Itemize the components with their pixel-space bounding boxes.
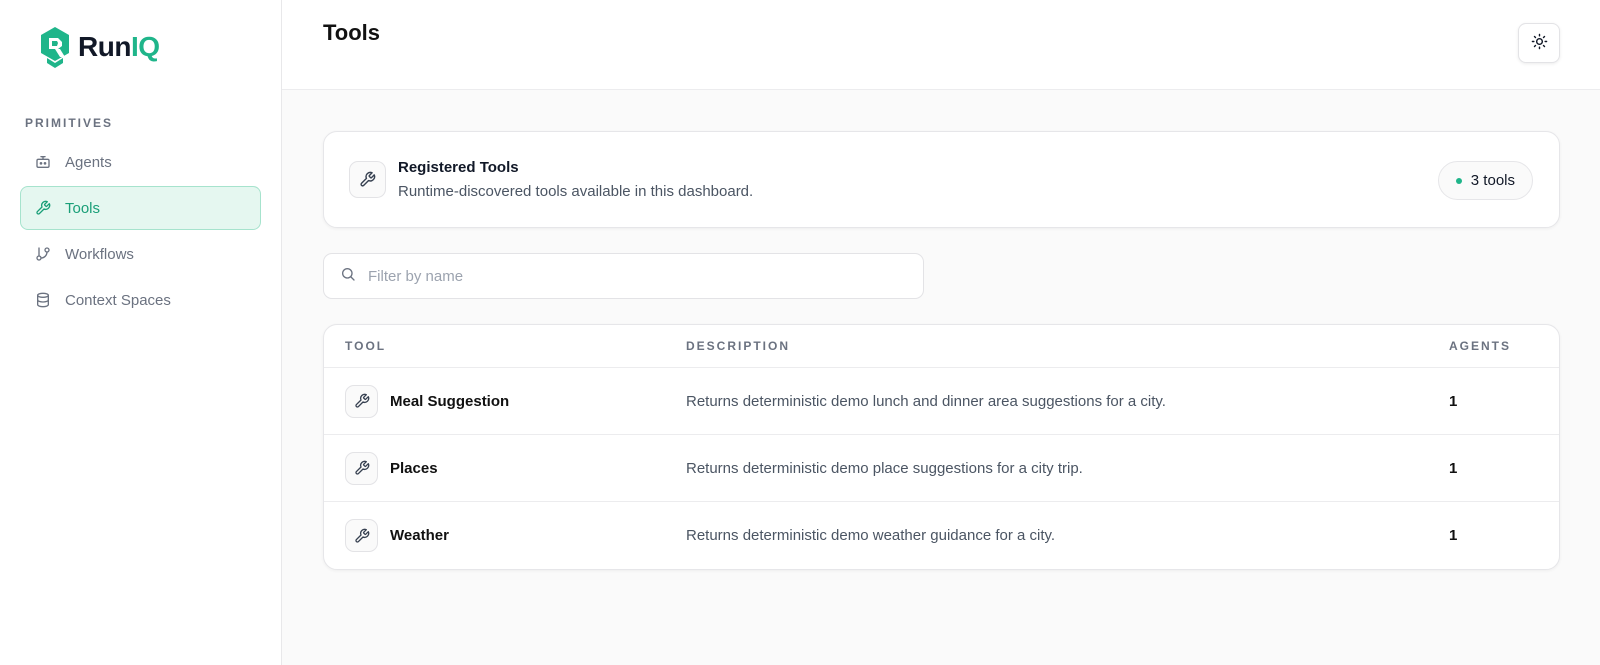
app-shell: RunIQ PRIMITIVES Agents Tools Workflows … [0, 0, 1600, 665]
summary-title: Registered Tools [398, 159, 519, 176]
tools-table: TOOL DESCRIPTION AGENTS Meal Suggestion … [323, 324, 1560, 570]
summary-subtitle: Runtime-discovered tools available in th… [398, 183, 754, 200]
wrench-icon [349, 161, 386, 198]
filter-search-box[interactable] [323, 253, 924, 299]
search-icon [340, 266, 356, 287]
brand-name-iq: IQ [130, 31, 160, 62]
sun-icon [1531, 33, 1548, 53]
tool-description: Returns deterministic demo weather guida… [686, 527, 1056, 544]
tool-agent-count: 1 [1449, 459, 1458, 477]
wrench-icon [345, 519, 378, 552]
sidebar-item-context-spaces[interactable]: Context Spaces [20, 278, 261, 322]
tool-description: Returns deterministic demo place suggest… [686, 459, 1083, 477]
registered-tools-card: Registered Tools Runtime-discovered tool… [323, 131, 1560, 228]
brand[interactable]: RunIQ [20, 16, 261, 78]
filter-input[interactable] [368, 267, 908, 285]
tool-name[interactable]: Weather [390, 527, 449, 544]
tool-agent-count: 1 [1449, 392, 1458, 410]
tool-count-badge: 3 tools [1437, 161, 1533, 200]
sidebar: RunIQ PRIMITIVES Agents Tools Workflows … [0, 0, 282, 665]
table-row[interactable]: Places Returns deterministic demo place … [324, 435, 1559, 502]
status-dot-icon [1455, 177, 1462, 184]
sidebar-nav: Agents Tools Workflows Context Spaces [20, 140, 261, 322]
tool-cell: Meal Suggestion [324, 384, 686, 418]
wrench-icon [35, 200, 51, 216]
tool-count-label: 3 tools [1470, 172, 1515, 189]
git-branch-icon [35, 246, 51, 262]
tool-name[interactable]: Places [390, 460, 438, 477]
bot-icon [35, 154, 51, 170]
brand-name-run: Run [78, 31, 131, 62]
theme-toggle-button[interactable] [1518, 23, 1560, 63]
main-content: Tools Registered Tools Runtime-discovere… [282, 0, 1600, 665]
tool-description: Returns deterministic demo lunch and din… [686, 392, 1166, 410]
table-header: TOOL DESCRIPTION AGENTS [324, 325, 1559, 368]
tool-cell: Places [324, 451, 686, 485]
brand-name: RunIQ [78, 31, 160, 63]
sidebar-item-label: Workflows [65, 245, 134, 263]
tools-content: Registered Tools Runtime-discovered tool… [282, 90, 1600, 570]
tool-cell: Weather [324, 519, 686, 552]
summary-text: Registered Tools Runtime-discovered tool… [398, 159, 753, 200]
sidebar-item-label: Context Spaces [65, 291, 171, 309]
column-header-description[interactable]: DESCRIPTION [686, 339, 1449, 353]
wrench-icon [345, 384, 378, 418]
sidebar-item-workflows[interactable]: Workflows [20, 232, 261, 276]
topbar: Tools [282, 0, 1600, 90]
column-header-tool[interactable]: TOOL [324, 339, 686, 353]
sidebar-item-agents[interactable]: Agents [20, 140, 261, 184]
sidebar-section-label: PRIMITIVES [25, 116, 114, 130]
sidebar-item-tools[interactable]: Tools [20, 186, 261, 230]
column-header-agents[interactable]: AGENTS [1449, 339, 1559, 353]
sidebar-item-label: Tools [65, 199, 101, 217]
table-row[interactable]: Weather Returns deterministic demo weath… [324, 502, 1559, 569]
database-icon [35, 292, 51, 308]
tool-name[interactable]: Meal Suggestion [390, 393, 509, 410]
page-title: Tools [323, 20, 381, 45]
tool-agent-count: 1 [1449, 527, 1458, 544]
wrench-icon [345, 451, 378, 485]
runiq-logo-icon [38, 25, 72, 69]
table-row[interactable]: Meal Suggestion Returns deterministic de… [324, 368, 1559, 435]
sidebar-item-label: Agents [65, 153, 112, 171]
